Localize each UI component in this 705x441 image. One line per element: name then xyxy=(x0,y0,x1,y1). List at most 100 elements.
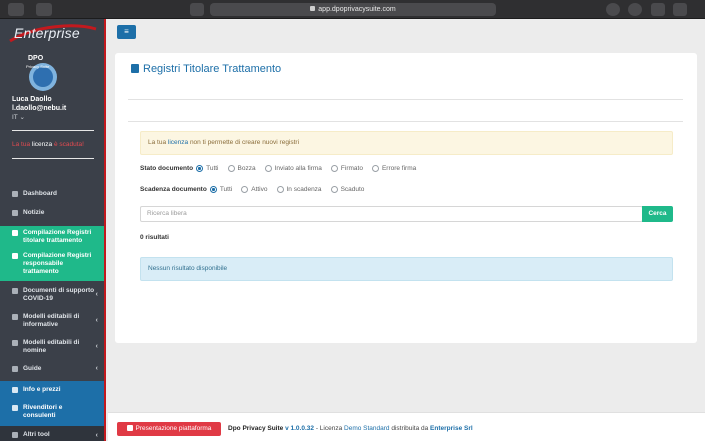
alert-suffix: non ti permette di creare nuovi registri xyxy=(189,139,300,146)
license-word[interactable]: licenza xyxy=(32,141,52,148)
company-link[interactable]: Enterprise Srl xyxy=(430,425,473,432)
chevron-left-icon: ‹ xyxy=(95,317,98,324)
share-icon[interactable] xyxy=(651,3,665,16)
sidebar-item-label: Dashboard xyxy=(23,190,57,197)
scadenza-radio-in-scadenza[interactable]: In scadenza xyxy=(276,186,322,193)
url-text: app.dpoprivacysuite.com xyxy=(318,6,396,13)
tools-icon xyxy=(12,432,18,438)
dashboard-icon xyxy=(12,191,18,197)
sidebar-item-label: Documenti di supporto COVID-19 xyxy=(23,287,95,302)
footer-text: Dpo Privacy Suite v 1.0.0.32 - Licenza D… xyxy=(228,425,473,432)
chevron-left-icon: ‹ xyxy=(95,291,98,298)
page-title: Registri Titolare Trattamento xyxy=(131,63,281,75)
scadenza-filter: Scadenza documento Tutti Attivo In scade… xyxy=(140,186,373,193)
divider xyxy=(12,158,94,159)
content-card: Registri Titolare Trattamento La tua lic… xyxy=(115,53,697,343)
search-button[interactable]: Cerca xyxy=(642,206,673,222)
sidebar-item-altri-tool[interactable]: Altri tool ‹ xyxy=(0,426,104,441)
guide-icon xyxy=(12,366,18,372)
sidebar-item-rivenditori[interactable]: Rivenditori e consulenti xyxy=(0,399,104,426)
sidebar-item-nomine[interactable]: Modelli editabili di nomine ‹ xyxy=(0,336,104,358)
new-tab-icon[interactable] xyxy=(673,3,687,16)
sidebar-item-info-prezzi[interactable]: Info e prezzi xyxy=(0,381,104,399)
license-prefix: La tua xyxy=(12,141,31,148)
search-input[interactable]: Ricerca libera xyxy=(140,206,643,222)
logo-subtext: Privacy Suite xyxy=(26,64,50,69)
sidebar-item-informative[interactable]: Modelli editabili di informative ‹ xyxy=(0,310,104,332)
file-icon xyxy=(12,340,18,346)
stato-radio-bozza[interactable]: Bozza xyxy=(227,165,256,172)
divider xyxy=(128,121,683,122)
user-email: l.daollo@nebu.it xyxy=(12,105,67,112)
hamburger-icon: ≡ xyxy=(124,27,129,36)
chevron-left-icon: ‹ xyxy=(95,343,98,350)
license-text: - Licenza xyxy=(315,425,343,432)
radio-icon xyxy=(330,186,338,193)
version: v 1.0.0.32 xyxy=(285,425,315,432)
radio-label: Attivo xyxy=(251,186,268,193)
scadenza-radio-tutti[interactable]: Tutti xyxy=(209,186,233,193)
address-bar[interactable]: app.dpoprivacysuite.com xyxy=(210,3,496,16)
scadenza-radio-attivo[interactable]: Attivo xyxy=(241,186,268,193)
radio-icon xyxy=(371,165,379,172)
sidebar-item-label: Modelli editabili di nomine xyxy=(23,339,80,354)
radio-label: Inviato alla firma xyxy=(274,165,322,172)
sidebar-item-notizie[interactable]: Notizie xyxy=(0,206,104,220)
sidebar-item-label: Notizie xyxy=(23,209,45,216)
logo-text: DPO xyxy=(28,55,44,62)
sidebar-item-guide[interactable]: Guide ‹ xyxy=(0,362,104,376)
sidebar-toggle-icon[interactable] xyxy=(8,3,24,16)
radio-icon xyxy=(241,186,249,193)
user-name: Luca Daollo xyxy=(12,96,52,103)
radio-label: Firmato xyxy=(340,165,363,172)
folder-icon xyxy=(12,288,18,294)
book-icon xyxy=(12,253,18,259)
download-icon[interactable] xyxy=(606,3,620,16)
users-icon xyxy=(12,405,18,411)
license-type-link[interactable]: Demo Standard xyxy=(344,425,390,432)
stato-radio-firmato[interactable]: Firmato xyxy=(330,165,363,172)
sidebar-menu: Dashboard Notizie Compilazione Registri … xyxy=(0,187,104,441)
radio-checked-icon xyxy=(196,165,204,172)
radio-icon xyxy=(276,186,284,193)
sidebar-item-dashboard[interactable]: Dashboard xyxy=(0,187,104,201)
privacy-shield-icon[interactable] xyxy=(190,3,204,16)
file-icon xyxy=(12,314,18,320)
sidebar-item-covid[interactable]: Documenti di supporto COVID-19 ‹ xyxy=(0,284,104,306)
sidebar-item-label: Compilazione Registri titolare trattamen… xyxy=(23,229,92,244)
language-selector[interactable]: IT ⌄ xyxy=(12,113,25,121)
product-name: Dpo Privacy Suite xyxy=(228,425,284,432)
stato-radio-tutti[interactable]: Tutti xyxy=(196,165,219,172)
tabs-icon[interactable] xyxy=(36,3,52,16)
menu-toggle-button[interactable]: ≡ xyxy=(117,25,136,39)
results-count: 0 risultati xyxy=(140,234,169,241)
radio-label: Tutti xyxy=(206,165,219,172)
chevron-left-icon: ‹ xyxy=(95,431,98,439)
sidebar-item-registri-responsabile[interactable]: Compilazione Registri responsabile tratt… xyxy=(0,248,104,281)
scadenza-radio-scaduto[interactable]: Scaduto xyxy=(330,186,365,193)
sidebar-item-registri-titolare[interactable]: Compilazione Registri titolare trattamen… xyxy=(0,226,104,248)
sidebar-item-label: Altri tool xyxy=(23,431,50,438)
license-alert: La tua licenza non ti permette di creare… xyxy=(140,131,673,155)
footer: Presentazione piattaforma Dpo Privacy Su… xyxy=(108,412,705,441)
divider xyxy=(12,130,94,131)
stato-radio-errore[interactable]: Errore firma xyxy=(371,165,416,172)
stato-filter: Stato documento Tutti Bozza Inviato alla… xyxy=(140,165,425,172)
stato-radio-inviato[interactable]: Inviato alla firma xyxy=(264,165,322,172)
main-header: ≡ xyxy=(108,19,705,45)
extension-icon[interactable] xyxy=(628,3,642,16)
radio-label: In scadenza xyxy=(286,186,322,193)
video-icon xyxy=(126,425,133,431)
radio-label: Bozza xyxy=(237,165,256,172)
browser-toolbar: app.dpoprivacysuite.com xyxy=(0,0,705,19)
radio-icon xyxy=(227,165,235,172)
license-link[interactable]: licenza xyxy=(168,139,188,146)
sidebar-item-label: Rivenditori e consulenti xyxy=(23,404,63,419)
presentation-button[interactable]: Presentazione piattaforma xyxy=(117,422,221,436)
reload-icon[interactable] xyxy=(484,3,494,16)
no-results-alert: Nessun risultato disponibile xyxy=(140,257,673,281)
chevron-left-icon: ‹ xyxy=(95,365,98,372)
lock-icon xyxy=(310,6,316,11)
radio-label: Tutti xyxy=(219,186,233,193)
radio-label: Scaduto xyxy=(340,186,365,193)
